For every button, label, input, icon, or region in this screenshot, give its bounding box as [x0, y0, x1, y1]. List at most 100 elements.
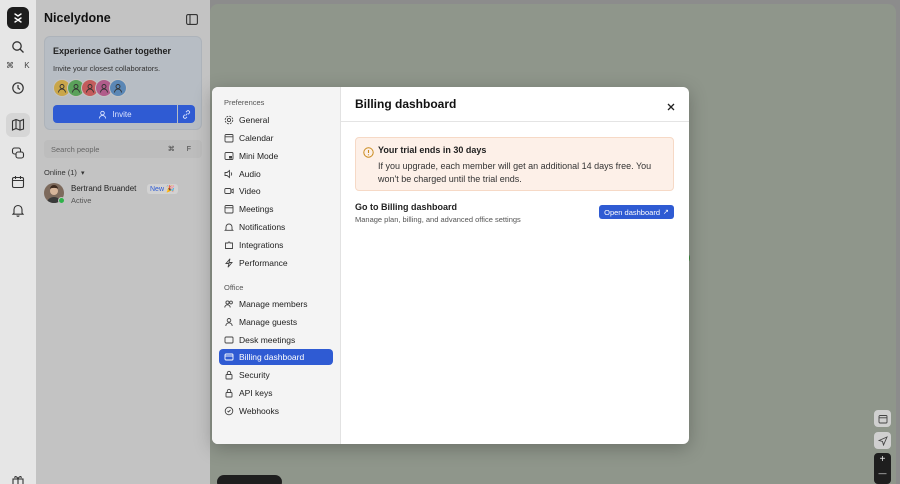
- user-name: Bertrand Bruandet: [71, 184, 137, 193]
- user-status: Active: [71, 196, 92, 205]
- zoom-out-button[interactable]: —: [874, 467, 891, 481]
- nav-item-meetings[interactable]: Meetings: [219, 201, 333, 217]
- nav-item-label: General: [239, 115, 270, 125]
- nav-item-api-keys[interactable]: API keys: [219, 385, 333, 401]
- nav-item-label: Mini Mode: [239, 151, 279, 161]
- invite-promo-card: Experience Gather together Invite your c…: [44, 36, 202, 130]
- nav-item-label: Notifications: [239, 222, 286, 232]
- modal-title: Billing dashboard: [355, 97, 457, 111]
- calendar-icon: [878, 414, 887, 423]
- nav-item-manage-guests[interactable]: Manage guests: [219, 314, 333, 330]
- nav-item-security[interactable]: Security: [219, 367, 333, 383]
- user-icon: [99, 110, 107, 119]
- open-dashboard-button[interactable]: Open dashboard ↗: [599, 205, 674, 219]
- nav-item-label: Desk meetings: [239, 335, 296, 345]
- bottom-toolbar[interactable]: [217, 475, 282, 484]
- nav-item-general[interactable]: General: [219, 112, 333, 128]
- alert-body: If you upgrade, each member will get an …: [378, 161, 652, 184]
- promo-subtitle: Invite your closest collaborators.: [53, 64, 161, 73]
- invite-button[interactable]: Invite: [53, 105, 177, 123]
- nav-item-billing-dashboard[interactable]: Billing dashboard: [219, 349, 333, 365]
- locate-button[interactable]: [874, 432, 891, 449]
- link-icon: [182, 109, 191, 119]
- calendar-icon[interactable]: [9, 173, 27, 191]
- nav-item-label: Video: [239, 186, 261, 196]
- settings-modal: Preferences General Calendar Mini Mode A…: [212, 87, 689, 444]
- collapse-sidebar-icon[interactable]: [186, 12, 198, 25]
- nav-item-label: Manage guests: [239, 317, 298, 327]
- copy-invite-link-button[interactable]: [178, 105, 195, 123]
- promo-title: Experience Gather together: [53, 46, 172, 56]
- trial-alert: Your trial ends in 30 days If you upgrad…: [355, 137, 674, 191]
- lock-icon: [224, 370, 234, 380]
- lightning-icon: [224, 258, 234, 268]
- nav-item-label: Webhooks: [239, 406, 280, 416]
- nav-item-integrations[interactable]: Integrations: [219, 237, 333, 253]
- app-rail: ⌘ K: [0, 0, 36, 484]
- calendar-icon: [224, 204, 234, 214]
- settings-nav: Preferences General Calendar Mini Mode A…: [212, 87, 341, 444]
- bell-icon[interactable]: [9, 201, 27, 219]
- close-icon[interactable]: [666, 99, 676, 111]
- open-dashboard-label: Open dashboard: [604, 207, 660, 217]
- app-logo-icon[interactable]: [7, 7, 29, 29]
- window-icon: [224, 151, 234, 161]
- nav-item-label: API keys: [239, 388, 273, 398]
- nav-item-label: Billing dashboard: [239, 352, 305, 362]
- online-section-toggle[interactable]: Online (1) ▾: [44, 168, 85, 177]
- search-placeholder: Search people: [51, 145, 100, 154]
- nav-item-label: Manage members: [239, 299, 308, 309]
- workspace-name: Nicelydone: [44, 11, 111, 25]
- nav-item-audio[interactable]: Audio: [219, 166, 333, 182]
- invite-label: Invite: [112, 109, 132, 119]
- nav-item-desk-meetings[interactable]: Desk meetings: [219, 332, 333, 348]
- gear-icon: [224, 115, 234, 125]
- user-icon: [224, 317, 234, 327]
- nav-item-notifications[interactable]: Notifications: [219, 219, 333, 235]
- nav-item-webhooks[interactable]: Webhooks: [219, 403, 333, 419]
- nav-item-manage-members[interactable]: Manage members: [219, 296, 333, 312]
- chat-icon[interactable]: [9, 144, 27, 162]
- zoom-in-button[interactable]: +: [874, 453, 891, 467]
- goto-subtitle: Manage plan, billing, and advanced offic…: [355, 215, 521, 224]
- alert-title: Your trial ends in 30 days: [378, 145, 487, 155]
- navigation-icon: [877, 435, 888, 446]
- bell-icon: [224, 222, 234, 232]
- user-list-item[interactable]: Bertrand Bruandet New 🎉 Active: [44, 183, 204, 207]
- section-label-office: Office: [224, 283, 244, 292]
- gift-icon[interactable]: [9, 472, 27, 484]
- nav-item-label: Security: [239, 370, 270, 380]
- map-layers-button[interactable]: [874, 410, 891, 427]
- lock-icon: [224, 388, 234, 398]
- speaker-icon: [224, 169, 234, 179]
- nav-item-label: Calendar: [239, 133, 274, 143]
- people-search-input[interactable]: Search people ⌘ F: [44, 140, 202, 158]
- avatar: [109, 79, 127, 97]
- goto-title: Go to Billing dashboard: [355, 202, 457, 212]
- puzzle-icon: [224, 240, 234, 250]
- section-label-preferences: Preferences: [224, 98, 265, 107]
- warning-icon: [363, 145, 374, 158]
- search-shortcut: ⌘ K: [6, 61, 34, 70]
- search-icon[interactable]: [9, 38, 27, 56]
- nav-item-label: Audio: [239, 169, 261, 179]
- nav-item-performance[interactable]: Performance: [219, 255, 333, 271]
- nav-item-calendar[interactable]: Calendar: [219, 130, 333, 146]
- modal-header: Billing dashboard: [341, 87, 689, 122]
- credit-card-icon: [224, 352, 234, 362]
- video-camera-icon: [224, 186, 234, 196]
- nav-item-label: Performance: [239, 258, 288, 268]
- map-icon[interactable]: [6, 113, 30, 137]
- timer-icon[interactable]: [9, 79, 27, 97]
- chevron-down-icon: ▾: [81, 170, 85, 177]
- online-status-dot: [58, 197, 65, 204]
- nav-item-label: Meetings: [239, 204, 274, 214]
- external-link-icon: ↗: [663, 209, 669, 216]
- sidebar: Nicelydone Experience Gather together In…: [36, 0, 210, 484]
- desk-icon: [224, 335, 234, 345]
- zoom-controls: + —: [874, 453, 891, 484]
- nav-item-video[interactable]: Video: [219, 183, 333, 199]
- online-label: Online (1): [44, 168, 77, 177]
- nav-item-mini-mode[interactable]: Mini Mode: [219, 148, 333, 164]
- users-icon: [224, 299, 234, 309]
